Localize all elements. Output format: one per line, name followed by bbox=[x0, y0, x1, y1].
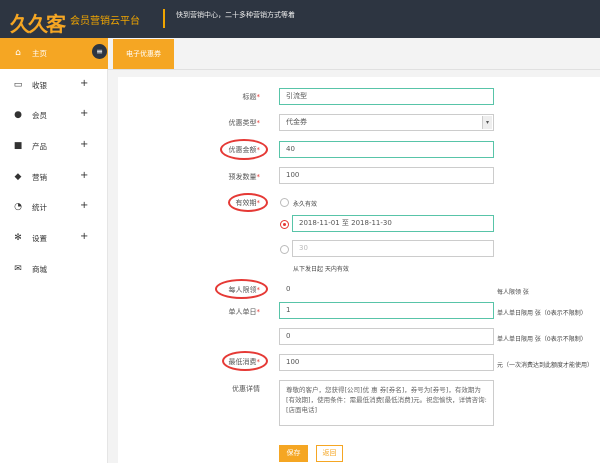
title-input[interactable]: 引流型 bbox=[279, 88, 494, 105]
menu-toggle-icon[interactable]: ≡ bbox=[92, 44, 107, 59]
min-spend-input[interactable]: 100 bbox=[279, 354, 494, 371]
discount-amount-input[interactable]: 40 bbox=[279, 141, 494, 158]
top-header: 久久客 会员营销云平台 快到营销中心，二十多种营销方式等着 bbox=[0, 0, 600, 38]
sidebar-item-label: 商城 bbox=[32, 265, 47, 274]
issue-quantity-input[interactable]: 100 bbox=[279, 167, 494, 184]
coupon-type-value: 代金券 bbox=[286, 118, 307, 126]
issue-quantity-label: 预发数量* bbox=[228, 173, 261, 181]
sidebar-item-settings[interactable]: ✻ 设置 + bbox=[0, 223, 108, 254]
expand-icon[interactable]: + bbox=[80, 170, 88, 181]
sidebar-item-label: 会员 bbox=[32, 111, 47, 120]
tab-electronic-coupon[interactable]: 电子优惠券 bbox=[113, 39, 174, 69]
logo: 久久客 bbox=[6, 7, 66, 36]
header-slogan: 快到营销中心，二十多种营销方式等着 bbox=[176, 11, 295, 19]
pie-chart-icon: ◔ bbox=[14, 202, 22, 212]
back-button[interactable]: 返回 bbox=[316, 445, 343, 462]
valid-days-input[interactable]: 30 bbox=[292, 240, 494, 257]
single-bill-hint: 单人单日限用 张（0表示不限制） bbox=[497, 336, 587, 343]
user-icon: ● bbox=[14, 110, 22, 120]
forever-option-label: 永久有效 bbox=[293, 201, 318, 208]
discount-amount-label: 优惠金额* bbox=[228, 146, 261, 154]
coupon-type-label: 优惠类型* bbox=[228, 119, 261, 127]
tag-icon: ◆ bbox=[14, 172, 22, 182]
sidebar-item-statistics[interactable]: ◔ 统计 + bbox=[0, 192, 108, 223]
single-daily-hint: 单人单日限用 张（0表示不限制） bbox=[497, 310, 587, 317]
per-person-limit-input[interactable]: 0 bbox=[279, 281, 494, 298]
expand-icon[interactable]: + bbox=[80, 78, 88, 89]
tab-divider bbox=[108, 69, 600, 70]
gear-icon: ✻ bbox=[14, 233, 22, 243]
title-label: 标题* bbox=[242, 93, 261, 101]
sidebar-item-label: 主页 bbox=[32, 49, 47, 58]
valid-days-hint: 从下发日起 天内有效 bbox=[293, 266, 349, 273]
expand-icon[interactable]: + bbox=[80, 231, 88, 242]
envelope-icon: ✉ bbox=[14, 264, 22, 274]
sidebar-item-cashier[interactable]: ▭ 收银 + bbox=[0, 70, 108, 101]
min-spend-label: 最低消费* bbox=[228, 358, 261, 366]
expand-icon[interactable]: + bbox=[80, 139, 88, 150]
sidebar-item-label: 收银 bbox=[32, 81, 47, 90]
sidebar-item-members[interactable]: ● 会员 + bbox=[0, 100, 108, 131]
platform-name: 会员营销云平台 bbox=[70, 16, 140, 27]
expand-icon[interactable]: + bbox=[80, 200, 88, 211]
date-range-input[interactable]: 2018-11-01 至 2018-11-30 bbox=[292, 215, 494, 232]
save-button[interactable]: 保存 bbox=[279, 445, 308, 462]
chevron-down-icon[interactable]: ▾ bbox=[482, 116, 492, 129]
monitor-icon: ▭ bbox=[13, 80, 23, 90]
single-daily-label: 单人单日* bbox=[228, 308, 261, 316]
sidebar-item-label: 营销 bbox=[32, 173, 47, 182]
sidebar-item-mall[interactable]: ✉ 商城 bbox=[0, 254, 108, 285]
home-icon: ⌂ bbox=[15, 48, 21, 58]
box-icon: ■ bbox=[13, 141, 23, 151]
details-textarea[interactable]: 尊敬的客户，您获得[公司]优 惠 券[券名]，券号为[券号]，有效期为[有效期]… bbox=[279, 380, 494, 426]
details-label: 优惠详情 bbox=[232, 385, 260, 393]
single-bill-input[interactable]: 0 bbox=[279, 328, 494, 345]
single-daily-input[interactable]: 1 bbox=[279, 302, 494, 319]
logo-text: 久久客 bbox=[10, 12, 66, 36]
expand-icon[interactable]: + bbox=[80, 108, 88, 119]
sidebar-item-products[interactable]: ■ 产品 + bbox=[0, 131, 108, 162]
sidebar: ⌂ 主页 ▭ 收银 + ● 会员 + ■ 产品 + ◆ 营销 + ◔ 统计 + … bbox=[0, 38, 108, 463]
min-spend-hint: 元（一次消费达到此额度才能使用） bbox=[497, 362, 594, 369]
radio-date-range[interactable] bbox=[280, 220, 289, 229]
per-person-limit-hint: 每人限领 张 bbox=[497, 289, 529, 296]
coupon-type-select[interactable]: 代金券 ▾ bbox=[279, 114, 494, 131]
validity-label: 有效期* bbox=[235, 199, 261, 207]
sidebar-item-label: 统计 bbox=[32, 203, 47, 212]
sidebar-item-marketing[interactable]: ◆ 营销 + bbox=[0, 162, 108, 193]
radio-days[interactable] bbox=[280, 245, 289, 254]
sidebar-item-label: 产品 bbox=[32, 142, 47, 151]
sidebar-item-label: 设置 bbox=[32, 234, 47, 243]
radio-forever[interactable] bbox=[280, 198, 289, 207]
per-person-limit-label: 每人限领* bbox=[228, 286, 261, 294]
header-divider bbox=[163, 9, 165, 28]
